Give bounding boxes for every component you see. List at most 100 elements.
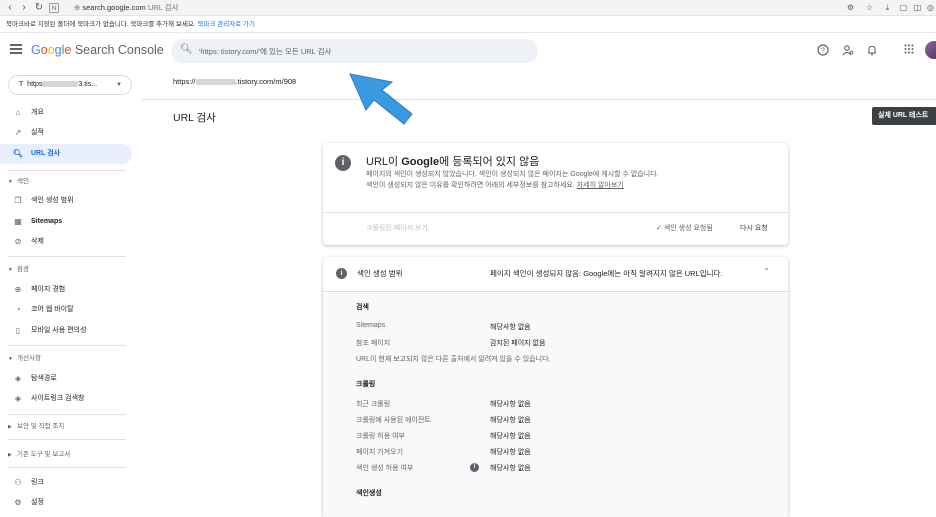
home-tab-icon[interactable]: N — [49, 3, 59, 13]
detail-value: 해당사항 없음 — [490, 401, 531, 408]
download-icon[interactable]: ⤓ — [882, 2, 893, 13]
sidebar-item-page-experience[interactable]: ⊕ 페이지 경험 — [0, 280, 132, 300]
address-url: search.google.com — [82, 3, 146, 12]
test-live-url-button[interactable]: 실제 URL 테스트 — [872, 107, 936, 125]
detail-value: 해당사항 없음 — [490, 465, 531, 472]
property-selector[interactable]: T https 3.tis... ▼ — [8, 75, 132, 95]
sidebar-section-security[interactable]: ▶ 보안 및 직접 조치 — [0, 419, 132, 435]
discovery-heading: 검색 — [356, 304, 369, 311]
chevron-down-icon: ▼ — [116, 82, 122, 88]
sidebar-section-index[interactable]: ▼ 색인 — [0, 174, 132, 190]
coverage-header[interactable]: i 색인 생성 범위 페이지 색인이 생성되지 않음: Google에는 아직 … — [323, 257, 788, 292]
sidebar-divider — [8, 467, 126, 468]
detail-value: 해당사항 없음 — [490, 417, 531, 424]
extension-icon[interactable]: ▢ — [898, 2, 909, 13]
screenshot-icon[interactable]: ◫ — [912, 2, 923, 13]
sidebar-item-mobile-usability[interactable]: ▯ 모바일 사용 편의성 — [0, 321, 132, 341]
address-page-title: URL 검사 — [147, 3, 179, 12]
collapse-icon: ▼ — [8, 356, 13, 362]
star-icon[interactable]: ☆ — [864, 2, 875, 13]
settings-icon: ⚙ — [14, 498, 22, 507]
visibility-off-icon: ⊘ — [14, 237, 22, 246]
lock-icon: ⊕ — [74, 3, 81, 12]
detail-value: 해당사항 없음 — [490, 449, 531, 456]
sidebar-item-core-web-vitals[interactable]: ◔ 코어 웹 바이탈 — [0, 300, 132, 320]
layers-icon: ◈ — [14, 374, 22, 383]
reload-icon[interactable]: ↻ — [33, 2, 45, 14]
translate-icon[interactable]: ⚙ — [845, 2, 856, 13]
expand-icon: ▶ — [8, 424, 12, 430]
request-again-button[interactable]: 다시 요청 — [740, 223, 768, 233]
info-icon[interactable]: i — [470, 463, 479, 472]
info-icon: i — [336, 268, 347, 279]
url-inspection-search-input[interactable]: 🔍︎ 'https: tistory.com/'에 있는 모든 URL 검사 — [171, 39, 538, 63]
menu-icon[interactable] — [10, 44, 22, 54]
sidebar-section-enhancements[interactable]: ▼ 개선사항 — [0, 351, 132, 367]
sidebar-item-performance[interactable]: ↗ 실적 — [0, 123, 132, 143]
search-icon: 🔍︎ — [180, 44, 193, 55]
smartphone-icon: ▯ — [15, 326, 21, 335]
discovery-note: URL이 현재 보고되지 않은 다른 출처에서 알려져 있을 수 있습니다. — [356, 356, 551, 363]
sidebar-divider — [8, 414, 126, 415]
trending-icon: ↗ — [14, 128, 22, 137]
sidebar-item-removals[interactable]: ⊘ 삭제 — [0, 232, 132, 252]
status-title: URL이 Google에 등록되어 있지 않음 — [366, 156, 540, 168]
collapse-icon: ▼ — [8, 267, 13, 273]
detail-label: Sitemaps — [356, 322, 386, 329]
learn-more-link[interactable]: 자세히 알아보기 — [577, 182, 624, 189]
sidebar-item-sitelinks-searchbox[interactable]: ◈ 사이트링크 검색창 — [0, 389, 132, 409]
sidebar-item-overview[interactable]: ⌂ 개요 — [0, 103, 132, 123]
sidebar-divider — [8, 345, 126, 346]
address-bar[interactable]: ⊕ search.google.com URL 검사 — [74, 1, 834, 15]
expand-icon: ▶ — [8, 452, 12, 458]
sidebar-section-experience[interactable]: ▼ 환경 — [0, 262, 132, 278]
bookmark-bar: 북마크바로 지정된 폴더에 북마크가 없습니다. 북마크를 추가해 보세요. 북… — [0, 16, 936, 33]
indexing-requested-status: ✓ 색인 생성 요청됨 — [656, 225, 713, 232]
detail-label: 색인 생성 허용 여부 — [356, 465, 414, 472]
manage-users-icon[interactable] — [841, 44, 855, 58]
detail-label: 페이지 가져오기 — [356, 449, 404, 456]
info-icon: i — [335, 155, 351, 171]
detail-label: 크롤링에 사용된 에이전트 — [356, 417, 431, 424]
plus-circle-icon: ⊕ — [14, 285, 22, 294]
index-status-card: i URL이 Google에 등록되어 있지 않음 페이지의 색인이 생성되지 … — [323, 143, 788, 245]
page-title: URL 검사 — [173, 112, 216, 124]
detail-label: 참조 페이지 — [356, 340, 391, 347]
sitemap-icon: ▦ — [14, 217, 22, 226]
coverage-panel: i 색인 생성 범위 페이지 색인이 생성되지 않음: Google에는 아직 … — [323, 257, 788, 517]
forward-icon[interactable]: › — [18, 2, 30, 14]
sidebar-item-coverage[interactable]: ❐ 색인 생성 범위 — [0, 191, 132, 211]
bookmark-manager-link[interactable]: 북마크 관리자로 가기 — [198, 21, 255, 28]
chevron-up-icon[interactable]: ⌃ — [763, 267, 770, 276]
coverage-value: 페이지 색인이 생성되지 않음: Google에는 아직 알려지지 않은 URL… — [490, 269, 723, 278]
view-crawled-page-button[interactable]: 크롤링된 페이지 보기 — [366, 223, 428, 233]
sidebar-item-settings[interactable]: ⚙ 설정 — [0, 493, 132, 513]
coverage-details: 검색 Sitemaps 해당사항 없음 참조 페이지 감지된 페이지 없음 UR… — [323, 293, 788, 517]
sidebar-section-legacy[interactable]: ▶ 기존 도구 및 보고서 — [0, 447, 132, 463]
back-icon[interactable]: ‹ — [4, 2, 16, 14]
status-description: 페이지의 색인이 생성되지 않았습니다. 색인이 생성되지 않은 페이지는 Go… — [366, 171, 659, 189]
apps-grid-icon[interactable] — [902, 44, 916, 58]
collapse-icon: ▼ — [8, 179, 13, 185]
profile-icon[interactable]: ◎ — [925, 2, 936, 13]
speed-icon: ◔ — [15, 305, 21, 314]
search-placeholder: 'https: tistory.com/'에 있는 모든 URL 검사 — [199, 47, 332, 56]
detail-value: 해당사항 없음 — [490, 433, 531, 440]
inspected-url: https://.tistory.com/m/908 — [173, 77, 297, 86]
notifications-icon[interactable] — [865, 44, 879, 58]
sidebar-item-breadcrumbs[interactable]: ◈ 탐색경로 — [0, 369, 132, 389]
avatar[interactable] — [925, 41, 936, 59]
detail-label: 최근 크롤링 — [356, 401, 391, 408]
property-favicon-icon: T — [19, 81, 24, 88]
search-console-logo[interactable]: Google Search Console — [31, 43, 164, 57]
svg-text:?: ? — [821, 48, 825, 55]
sidebar-item-url-inspection[interactable]: 🔍︎ URL 검사 — [0, 144, 132, 164]
sidebar-divider — [8, 170, 126, 171]
sidebar-divider — [8, 256, 126, 257]
file-copy-icon: ❐ — [14, 196, 22, 205]
layers-icon: ◈ — [14, 394, 22, 403]
sidebar-item-sitemaps[interactable]: ▦ Sitemaps — [0, 212, 132, 232]
sidebar-item-links[interactable]: ⚇ 링크 — [0, 473, 132, 493]
help-icon[interactable]: ? — [816, 44, 830, 58]
content-divider — [142, 99, 936, 100]
